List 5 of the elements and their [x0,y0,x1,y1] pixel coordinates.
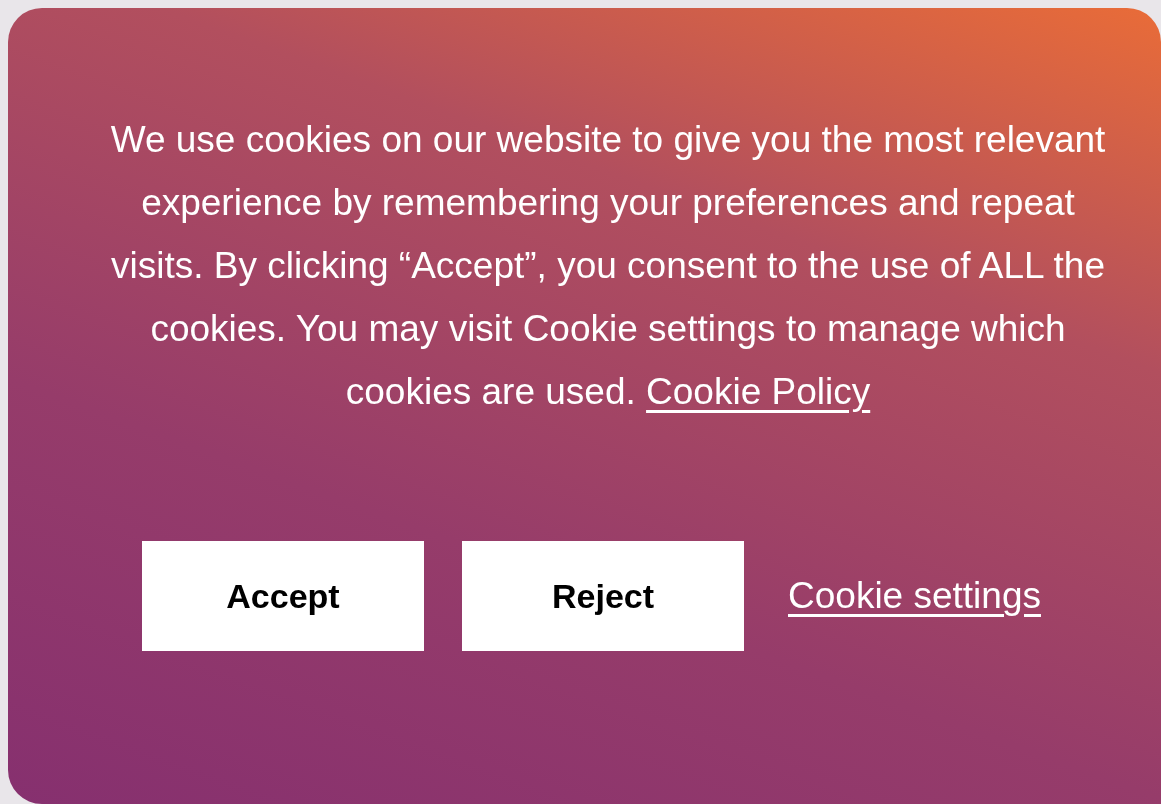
cookie-settings-link[interactable]: Cookie settings [788,568,1041,624]
consent-button[interactable]: Reject [462,541,744,651]
consent-button[interactable]: Accept [142,541,424,651]
cookie-notice-text: We use cookies on our website to give you the most relevant experience by remembering your preferences and repeat visits. By clicking “Accept”, you consent to the use of ALL the cookies. You may visit Cookie settings to manage which cookies are used. Cookie Policy [109,118,1107,414]
cookie-policy-link[interactable]: Cookie Policy [646,371,871,412]
